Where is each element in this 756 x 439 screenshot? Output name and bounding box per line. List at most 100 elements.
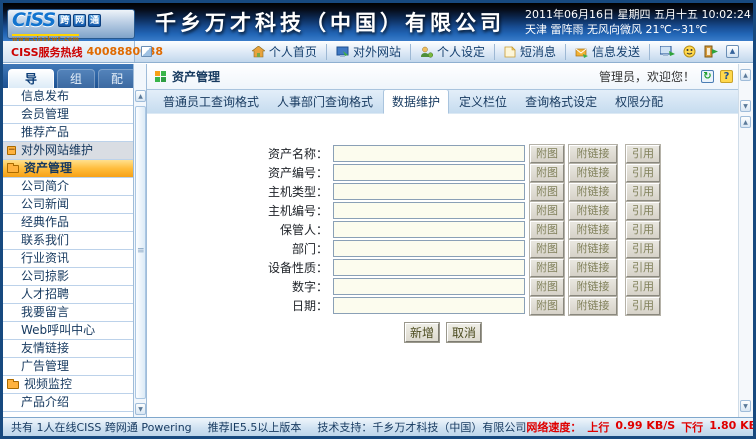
- field-input[interactable]: [333, 202, 525, 219]
- network-monitor-icon[interactable]: [660, 46, 675, 58]
- field-input[interactable]: [333, 278, 525, 295]
- sidebar-item[interactable]: 人才招聘: [3, 286, 133, 304]
- refresh-icon[interactable]: [701, 70, 714, 83]
- toolbar-item-home[interactable]: 个人首页: [243, 44, 327, 60]
- sidebar-item[interactable]: 资产管理: [3, 160, 133, 178]
- attach-image-button[interactable]: 附图: [530, 164, 564, 182]
- reference-button[interactable]: 引用: [626, 221, 660, 239]
- help-icon[interactable]: [720, 70, 733, 83]
- attach-link-button[interactable]: 附链接: [569, 164, 617, 182]
- attach-link-button[interactable]: 附链接: [569, 183, 617, 201]
- sidebar-scroll-up-button[interactable]: ▲: [135, 90, 146, 102]
- window-restore-icon[interactable]: [141, 46, 152, 57]
- field-input[interactable]: [333, 145, 525, 162]
- header-scroll-down-button[interactable]: ▼: [740, 100, 751, 112]
- top-banner: CiSS 跨 网 通 www.cisskwt.com 千乡万才科技（中国）有限公…: [3, 3, 753, 41]
- content-scroll-up-button[interactable]: ▲: [740, 116, 751, 128]
- sidebar-item[interactable]: 信息发布: [3, 88, 133, 106]
- content-tab[interactable]: 查询格式设定: [517, 90, 605, 113]
- reference-button[interactable]: 引用: [626, 202, 660, 220]
- sidebar-item[interactable]: 经典作品: [3, 214, 133, 232]
- cancel-button[interactable]: 取消: [447, 323, 481, 342]
- sidebar-item[interactable]: Web呼叫中心: [3, 322, 133, 340]
- sidebar-item[interactable]: 行业资讯: [3, 250, 133, 268]
- sidebar-item[interactable]: 我要留言: [3, 304, 133, 322]
- field-input[interactable]: [333, 259, 525, 276]
- toolbar-item-external-site[interactable]: 对外网站: [327, 44, 411, 60]
- attach-image-button[interactable]: 附图: [530, 259, 564, 277]
- add-button[interactable]: 新增: [405, 323, 439, 342]
- sidebar-item-label: 公司新闻: [21, 196, 69, 213]
- content-tab[interactable]: 权限分配: [607, 90, 671, 113]
- field-input[interactable]: [333, 183, 525, 200]
- asset-form: 资产名称： 附图 附链接 引用 资产编号： 附图 附链接 引用: [147, 114, 753, 417]
- attach-link-button[interactable]: 附链接: [569, 297, 617, 315]
- field-input[interactable]: [333, 297, 525, 314]
- reference-button[interactable]: 引用: [626, 297, 660, 315]
- sidebar-item-label: 友情链接: [21, 340, 69, 357]
- attach-link-button[interactable]: 附链接: [569, 221, 617, 239]
- content-tab[interactable]: 数据维护: [383, 89, 449, 114]
- attach-image-button[interactable]: 附图: [530, 202, 564, 220]
- toolbar-item-label: 个人首页: [269, 43, 317, 60]
- sidebar-item-label: 对外网站维护: [21, 142, 93, 159]
- content-tab[interactable]: 普通员工查询格式: [155, 90, 267, 113]
- sidebar-item[interactable]: 推荐产品: [3, 124, 133, 142]
- sidebar-item[interactable]: 联系我们: [3, 232, 133, 250]
- toolbar-item-send-message[interactable]: 信息发送: [566, 44, 650, 60]
- reference-button[interactable]: 引用: [626, 259, 660, 277]
- attach-image-button[interactable]: 附图: [530, 297, 564, 315]
- header-scroll-up-button[interactable]: ▲: [740, 69, 751, 81]
- download-label: 下行: [681, 419, 703, 435]
- sidebar-item[interactable]: 广告管理: [3, 358, 133, 376]
- content-scroll-down-button[interactable]: ▼: [740, 400, 751, 412]
- reference-button[interactable]: 引用: [626, 183, 660, 201]
- toolbar-item-label: 短消息: [520, 43, 556, 60]
- reference-button[interactable]: 引用: [626, 278, 660, 296]
- attach-link-button[interactable]: 附链接: [569, 278, 617, 296]
- form-row: 资产名称： 附图 附链接 引用: [147, 144, 733, 163]
- folder-icon: [7, 165, 19, 173]
- sidebar-item[interactable]: 友情链接: [3, 340, 133, 358]
- tab-organization[interactable]: 组织: [57, 69, 95, 88]
- sidebar-item[interactable]: 会员管理: [3, 106, 133, 124]
- external-site-icon: [336, 46, 349, 58]
- sidebar-item[interactable]: 公司新闻: [3, 196, 133, 214]
- attach-link-button[interactable]: 附链接: [569, 259, 617, 277]
- sidebar-item[interactable]: 视频监控: [3, 376, 133, 394]
- attach-image-button[interactable]: 附图: [530, 145, 564, 163]
- reference-button[interactable]: 引用: [626, 145, 660, 163]
- reference-button[interactable]: 引用: [626, 164, 660, 182]
- sidebar-item[interactable]: 公司掠影: [3, 268, 133, 286]
- sidebar-item-label: 行业资讯: [21, 250, 69, 267]
- attach-link-button[interactable]: 附链接: [569, 145, 617, 163]
- content-tab[interactable]: 定义栏位: [451, 90, 515, 113]
- collapse-minus-icon: [7, 146, 16, 155]
- sidebar-scroll-thumb[interactable]: [135, 106, 146, 399]
- online-contact-icon[interactable]: [683, 45, 696, 58]
- sidebar-item-label: 公司掠影: [21, 268, 69, 285]
- collapse-panel-button[interactable]: ▲: [726, 45, 739, 58]
- attach-image-button[interactable]: 附图: [530, 221, 564, 239]
- tab-navigation[interactable]: 导航: [8, 69, 54, 88]
- field-input[interactable]: [333, 221, 525, 238]
- content-tab[interactable]: 人事部门查询格式: [269, 90, 381, 113]
- toolbar-item-user-settings[interactable]: 个人设定: [411, 44, 495, 60]
- attach-link-button[interactable]: 附链接: [569, 202, 617, 220]
- field-input[interactable]: [333, 164, 525, 181]
- sidebar-item[interactable]: 产品介绍: [3, 394, 133, 412]
- brand-logo: CiSS 跨 网 通 www.cisskwt.com: [7, 9, 135, 39]
- sidebar-item-label: 产品介绍: [21, 394, 69, 411]
- attach-link-button[interactable]: 附链接: [569, 240, 617, 258]
- field-input[interactable]: [333, 240, 525, 257]
- attach-image-button[interactable]: 附图: [530, 183, 564, 201]
- tab-configuration[interactable]: 配置: [98, 69, 136, 88]
- reference-button[interactable]: 引用: [626, 240, 660, 258]
- sidebar-item[interactable]: 对外网站维护: [3, 142, 133, 160]
- toolbar-item-short-message[interactable]: 短消息: [495, 44, 566, 60]
- logout-icon[interactable]: [704, 45, 718, 58]
- attach-image-button[interactable]: 附图: [530, 240, 564, 258]
- sidebar-scroll-down-button[interactable]: ▼: [135, 403, 146, 415]
- attach-image-button[interactable]: 附图: [530, 278, 564, 296]
- sidebar-item[interactable]: 公司简介: [3, 178, 133, 196]
